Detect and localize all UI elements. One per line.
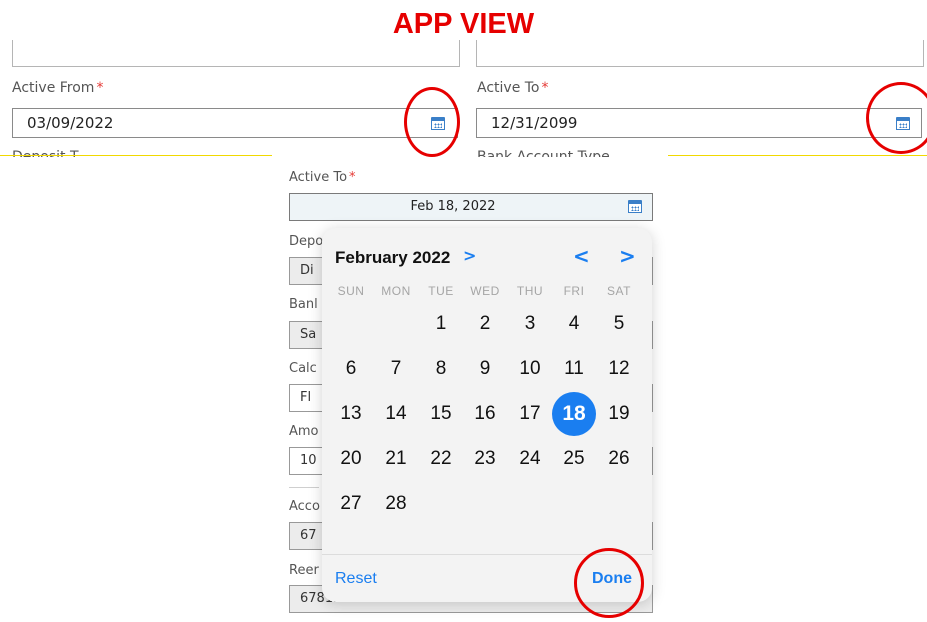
day-cell[interactable]: 21 <box>374 437 418 481</box>
day-cell[interactable]: 26 <box>597 437 641 481</box>
day-cell[interactable]: 25 <box>552 437 596 481</box>
day-cell[interactable]: 2 <box>463 302 507 346</box>
amount-label: Amo <box>289 424 319 439</box>
next-month-button[interactable]: > <box>619 244 636 268</box>
active-to-value: 12/31/2099 <box>491 114 578 132</box>
previous-field-right[interactable] <box>476 40 924 67</box>
active-from-field[interactable]: 03/09/2022 <box>12 108 458 138</box>
active-to-label-text: Active To <box>477 80 540 96</box>
day-cell[interactable]: 3 <box>508 302 552 346</box>
page-heading: APP VIEW <box>392 8 535 40</box>
highlight-circle-active-from-calendar <box>404 87 460 157</box>
day-cell[interactable]: 13 <box>329 392 373 436</box>
active-to-label: Active To * <box>477 80 549 96</box>
calc-value: Fl <box>300 390 312 405</box>
reset-button[interactable]: Reset <box>335 570 377 588</box>
day-cell[interactable]: 22 <box>419 437 463 481</box>
active-to-date-field[interactable]: Feb 18, 2022 <box>289 193 653 221</box>
day-cell[interactable]: 20 <box>329 437 373 481</box>
weekday-label: TUE <box>428 284 454 298</box>
day-cell[interactable]: 14 <box>374 392 418 436</box>
day-cell[interactable]: 28 <box>374 482 418 526</box>
weekday-label: SAT <box>607 284 631 298</box>
day-cell[interactable]: 11 <box>552 347 596 391</box>
previous-field-left[interactable] <box>12 40 460 67</box>
month-year-label[interactable]: February 2022 <box>335 248 450 268</box>
bank-value: Sa <box>300 327 317 342</box>
required-mark: * <box>349 170 356 185</box>
day-cell[interactable]: 16 <box>463 392 507 436</box>
active-to-label: Active To * <box>289 170 356 185</box>
divider <box>668 155 927 156</box>
day-cell[interactable]: 23 <box>463 437 507 481</box>
deposit-value: Di <box>300 263 314 278</box>
active-to-date-value: Feb 18, 2022 <box>410 199 496 214</box>
required-mark: * <box>541 80 549 96</box>
active-from-value: 03/09/2022 <box>27 114 114 132</box>
account-label: Acco <box>289 499 320 514</box>
calc-label: Calc <box>289 361 317 376</box>
deposit-label: Depo <box>289 234 324 249</box>
divider <box>0 155 272 156</box>
highlight-circle-active-to-calendar <box>866 82 927 154</box>
weekday-label: FRI <box>563 284 585 298</box>
account-value: 67 <box>300 528 317 543</box>
day-cell[interactable]: 4 <box>552 302 596 346</box>
amount-value: 10 <box>300 453 317 468</box>
day-cell[interactable]: 5 <box>597 302 641 346</box>
day-cell[interactable]: 6 <box>329 347 373 391</box>
date-picker-popover: February 2022 > < > SUN MON TUE WED THU FRI SA… <box>322 228 652 602</box>
day-cell[interactable]: 27 <box>329 482 373 526</box>
partial-label-bank-account-type: Bank Account Type <box>477 149 610 157</box>
highlight-circle-done-button <box>574 548 644 618</box>
day-cell[interactable]: 8 <box>419 347 463 391</box>
day-cell[interactable]: 15 <box>419 392 463 436</box>
day-cell[interactable]: 10 <box>508 347 552 391</box>
day-cell[interactable]: 12 <box>597 347 641 391</box>
day-cell[interactable]: 17 <box>508 392 552 436</box>
day-cell[interactable]: 24 <box>508 437 552 481</box>
day-cell[interactable]: 9 <box>463 347 507 391</box>
day-cell-selected[interactable]: 18 <box>552 392 596 436</box>
day-cell[interactable]: 7 <box>374 347 418 391</box>
active-from-label: Active From * <box>12 80 103 96</box>
calendar-icon[interactable] <box>628 200 642 213</box>
weekday-label: MON <box>381 284 411 298</box>
chevron-right-icon[interactable]: > <box>463 246 476 265</box>
previous-month-button[interactable]: < <box>573 244 590 268</box>
reentry-label: Reer <box>289 563 319 578</box>
day-cell[interactable]: 19 <box>597 392 641 436</box>
required-mark: * <box>96 80 104 96</box>
divider <box>289 487 319 488</box>
active-to-field[interactable]: 12/31/2099 <box>476 108 922 138</box>
day-cell[interactable]: 1 <box>419 302 463 346</box>
active-to-label-text: Active To <box>289 170 348 185</box>
weekday-label: SUN <box>337 284 365 298</box>
bank-label: Banl <box>289 297 318 312</box>
weekday-label: THU <box>516 284 544 298</box>
weekday-label: WED <box>470 284 500 298</box>
active-from-label-text: Active From <box>12 80 95 96</box>
